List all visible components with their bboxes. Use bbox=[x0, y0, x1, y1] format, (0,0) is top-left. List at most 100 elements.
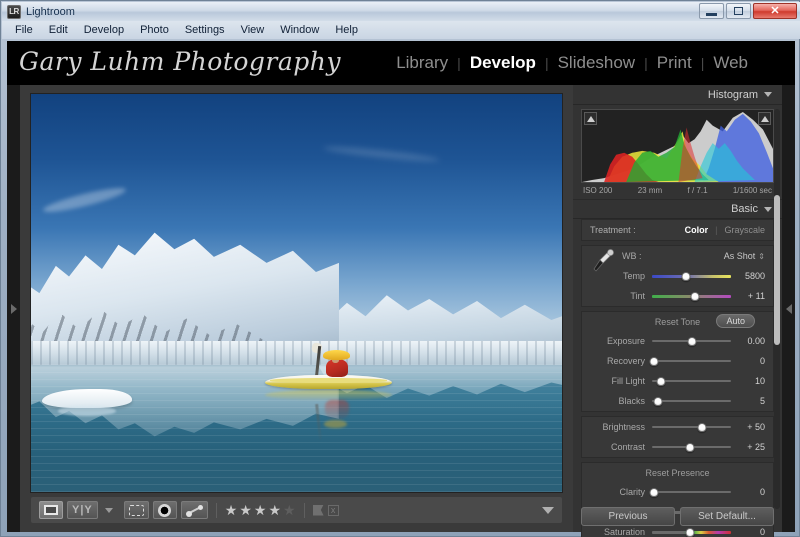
auto-tone-button[interactable]: Auto bbox=[716, 314, 755, 328]
histogram-header[interactable]: Histogram bbox=[573, 85, 782, 105]
tint-value: + 11 bbox=[747, 291, 765, 301]
menu-window[interactable]: Window bbox=[273, 23, 326, 37]
menu-settings[interactable]: Settings bbox=[178, 23, 232, 37]
recovery-slider-row[interactable]: Recovery 0 bbox=[582, 351, 773, 371]
maximize-icon bbox=[734, 7, 743, 15]
brightness-slider-row[interactable]: Brightness + 50 bbox=[582, 417, 773, 437]
chevron-down-icon[interactable] bbox=[764, 206, 772, 212]
blacks-knob[interactable] bbox=[653, 396, 663, 406]
blacks-label: Blacks bbox=[618, 396, 645, 406]
saturation-slider[interactable] bbox=[652, 526, 731, 537]
temp-slider[interactable] bbox=[652, 270, 731, 282]
treatment-color[interactable]: Color bbox=[685, 225, 709, 235]
crop-overlay-button[interactable] bbox=[123, 501, 149, 519]
wb-value[interactable]: As Shot ⇕ bbox=[724, 251, 765, 261]
view-mode-group: Y|Y bbox=[39, 501, 116, 519]
photo-image[interactable] bbox=[31, 94, 562, 492]
glacier-texture bbox=[31, 340, 562, 365]
red-eye-button[interactable] bbox=[180, 501, 208, 519]
contrast-knob[interactable] bbox=[685, 442, 695, 452]
right-panel-toggle[interactable] bbox=[782, 85, 795, 532]
tint-slider[interactable] bbox=[652, 290, 731, 302]
tint-knob[interactable] bbox=[690, 291, 700, 301]
histogram-title: Histogram bbox=[707, 88, 758, 101]
close-button[interactable]: ✕ bbox=[753, 3, 797, 19]
histogram-graph[interactable] bbox=[581, 109, 774, 183]
develop-toolbar: Y|Y ★ ★ ★ ★ ★ x bbox=[31, 497, 562, 523]
menu-help[interactable]: Help bbox=[328, 23, 365, 37]
maximize-button[interactable] bbox=[726, 3, 751, 19]
chevron-right-icon bbox=[10, 303, 17, 314]
clarity-value: 0 bbox=[759, 487, 765, 497]
module-slideshow[interactable]: Slideshow bbox=[549, 53, 645, 73]
red-eye-icon bbox=[185, 504, 203, 517]
saturation-knob[interactable] bbox=[685, 527, 695, 537]
blacks-slider[interactable] bbox=[652, 395, 731, 407]
recovery-track bbox=[652, 360, 731, 362]
star-1[interactable]: ★ bbox=[225, 503, 238, 517]
chevron-down-icon[interactable] bbox=[764, 92, 772, 97]
highlight-clipping-button[interactable] bbox=[758, 112, 771, 125]
menu-edit[interactable]: Edit bbox=[42, 23, 75, 37]
tint-slider-row[interactable]: Tint + 11 bbox=[582, 286, 773, 306]
exposure-label: Exposure bbox=[606, 336, 645, 346]
reset-presence-button[interactable]: Reset Presence bbox=[645, 468, 709, 478]
recovery-slider[interactable] bbox=[649, 355, 731, 367]
module-web[interactable]: Web bbox=[704, 53, 757, 73]
menu-develop[interactable]: Develop bbox=[77, 23, 131, 37]
exposure-knob[interactable] bbox=[687, 336, 696, 346]
menu-view[interactable]: View bbox=[234, 23, 272, 37]
module-print[interactable]: Print bbox=[648, 53, 701, 73]
treatment-grayscale[interactable]: Grayscale bbox=[724, 225, 765, 235]
module-library[interactable]: Library bbox=[387, 53, 457, 73]
menu-photo[interactable]: Photo bbox=[133, 23, 176, 37]
left-panel-toggle[interactable] bbox=[7, 85, 20, 532]
toolbar-options[interactable] bbox=[542, 506, 554, 514]
recovery-knob[interactable] bbox=[649, 356, 659, 366]
chevron-down-icon[interactable] bbox=[542, 506, 554, 514]
previous-button[interactable]: Previous bbox=[581, 507, 675, 526]
fill-light-slider-row[interactable]: Fill Light 10 bbox=[582, 371, 773, 391]
fill-light-slider[interactable] bbox=[652, 375, 731, 387]
reset-tone-button[interactable]: Reset Tone bbox=[655, 317, 700, 327]
photo-frame bbox=[31, 94, 562, 492]
exif-readout: ISO 200 23 mm f / 7.1 1/1600 sec bbox=[573, 183, 782, 199]
blacks-slider-row[interactable]: Blacks 5 bbox=[582, 391, 773, 411]
before-after-caret-icon[interactable] bbox=[104, 507, 113, 513]
fill-light-knob[interactable] bbox=[656, 376, 666, 386]
flag-pick-icon[interactable] bbox=[312, 504, 324, 516]
rating-stars[interactable]: ★ ★ ★ ★ ★ bbox=[225, 503, 296, 517]
flag-reject-icon[interactable]: x bbox=[327, 504, 339, 516]
histogram-curves bbox=[582, 111, 773, 182]
paddler-reflection bbox=[324, 400, 350, 421]
set-default-button[interactable]: Set Default... bbox=[680, 507, 774, 526]
basic-panel-header[interactable]: Basic bbox=[573, 199, 782, 219]
temp-knob[interactable] bbox=[681, 271, 691, 281]
star-5[interactable]: ★ bbox=[283, 503, 296, 517]
contrast-slider[interactable] bbox=[652, 441, 731, 453]
module-picker: Library | Develop | Slideshow | Print | … bbox=[387, 53, 757, 73]
clarity-knob[interactable] bbox=[649, 487, 659, 497]
shadow-clipping-button[interactable] bbox=[584, 112, 597, 125]
minimize-button[interactable] bbox=[699, 3, 724, 19]
right-panel-scrollbar-thumb[interactable] bbox=[774, 195, 780, 345]
clarity-slider[interactable] bbox=[649, 486, 731, 498]
star-2[interactable]: ★ bbox=[239, 503, 252, 517]
clarity-slider-row[interactable]: Clarity 0 bbox=[582, 482, 773, 502]
exposure-slider-row[interactable]: Exposure 0.00 bbox=[582, 331, 773, 351]
white-balance-selector-icon[interactable] bbox=[592, 248, 614, 274]
brightness-slider[interactable] bbox=[652, 421, 731, 433]
before-after-icon: Y|Y bbox=[72, 504, 93, 516]
contrast-slider-row[interactable]: Contrast + 25 bbox=[582, 437, 773, 457]
star-4[interactable]: ★ bbox=[268, 503, 281, 517]
loupe-view-button[interactable] bbox=[39, 501, 63, 519]
before-after-button[interactable]: Y|Y bbox=[67, 501, 98, 519]
temp-value: 5800 bbox=[744, 271, 765, 281]
identity-plate[interactable]: Gary Luhm Photography bbox=[19, 47, 341, 76]
menu-file[interactable]: File bbox=[8, 23, 40, 37]
brightness-knob[interactable] bbox=[697, 422, 707, 432]
spot-removal-button[interactable] bbox=[152, 501, 177, 519]
exposure-slider[interactable] bbox=[652, 335, 731, 347]
star-3[interactable]: ★ bbox=[254, 503, 267, 517]
module-develop[interactable]: Develop bbox=[461, 53, 545, 73]
